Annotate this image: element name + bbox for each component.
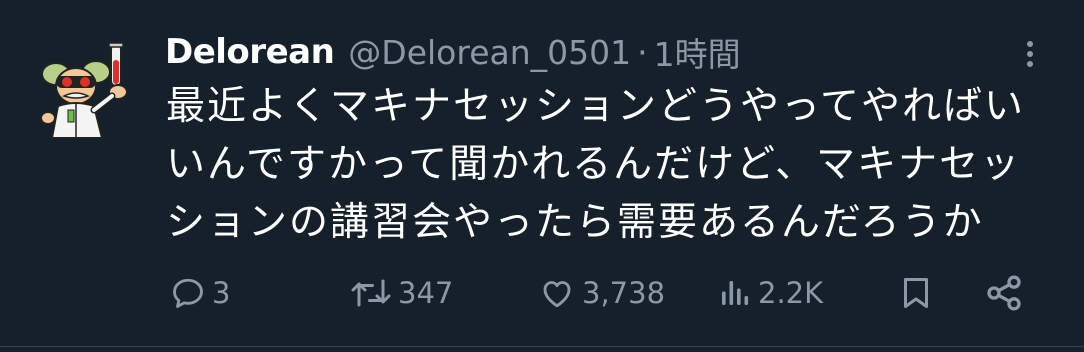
timestamp[interactable]: 1時間 [654, 28, 741, 76]
bookmark-button[interactable] [898, 268, 934, 318]
more-dots-icon [1027, 41, 1033, 67]
divider [0, 346, 1084, 347]
retweet-icon [351, 279, 391, 307]
reply-button[interactable]: 3 [170, 268, 230, 318]
share-icon [987, 275, 1021, 311]
views-bar-icon [722, 281, 749, 305]
like-count: 3,738 [582, 276, 666, 310]
tweet-card[interactable]: Delorean @Delorean_0501 · 1時間 最近よくマキナセッシ… [0, 0, 1084, 352]
avatar[interactable] [38, 40, 138, 140]
reply-count: 3 [212, 276, 231, 310]
separator-dot: · [637, 32, 648, 72]
avatar-image [40, 42, 128, 139]
action-bar: 3 347 3,738 2.2K [166, 268, 1046, 318]
views-button[interactable]: 2.2K [716, 268, 823, 318]
share-button[interactable] [984, 268, 1024, 318]
views-count: 2.2K [758, 276, 824, 310]
retweet-button[interactable]: 347 [350, 268, 453, 318]
retweet-count: 347 [398, 276, 454, 310]
user-handle[interactable]: @Delorean_0501 [348, 33, 631, 72]
heart-icon [543, 281, 571, 308]
more-options-button[interactable] [1014, 34, 1046, 74]
display-name[interactable]: Delorean [165, 32, 335, 72]
tweet-header: Delorean @Delorean_0501 · 1時間 [165, 28, 741, 76]
like-button[interactable]: 3,738 [538, 268, 665, 318]
reply-icon [173, 278, 203, 308]
bookmark-icon [904, 278, 928, 308]
tweet-text: 最近よくマキナセッションどうやってやればいいんですかって聞かれるんだけど、マキナ… [166, 84, 1026, 245]
